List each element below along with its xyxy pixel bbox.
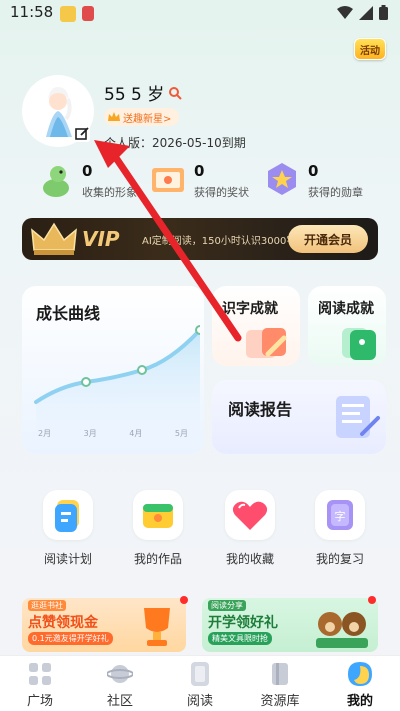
my-works-icon bbox=[133, 490, 183, 540]
book-icon bbox=[187, 662, 213, 686]
growth-curve-chart bbox=[34, 325, 200, 432]
stat-medals[interactable]: 0 获得的勋章 bbox=[262, 160, 382, 200]
tab-label: 社区 bbox=[106, 694, 133, 709]
reading-report-title: 阅读报告 bbox=[228, 400, 293, 419]
library-icon bbox=[267, 662, 293, 686]
x-tick-label: 3月 bbox=[83, 429, 97, 438]
banner-tag: 阅读分享 bbox=[208, 600, 246, 611]
tab-mine[interactable]: 我的 bbox=[320, 656, 400, 711]
vip-description: AI定制阅读，150小时认识3000字 bbox=[142, 236, 297, 247]
tab-square[interactable]: 广场 bbox=[0, 656, 80, 711]
banner-subtitle: 精美文具限时抢 bbox=[208, 632, 272, 645]
literacy-achievement-card[interactable]: 识字成就 bbox=[212, 286, 300, 366]
vip-logo: VIP bbox=[82, 227, 120, 251]
banner-title: 点赞领现金 bbox=[28, 615, 98, 631]
x-tick-label: 5月 bbox=[174, 429, 188, 438]
status-time: 11:58 bbox=[10, 3, 54, 21]
signal-icon bbox=[359, 5, 373, 20]
stat-certificates[interactable]: 0 获得的奖状 bbox=[148, 160, 268, 200]
my-review-link[interactable]: 字 我的复习 bbox=[303, 490, 377, 570]
profile-face-icon bbox=[347, 662, 373, 686]
promo-banner-cash[interactable]: 逛逛书社 点赞领现金 0.1元邀友得开学好礼 bbox=[22, 598, 186, 652]
x-tick-label: 4月 bbox=[129, 429, 143, 438]
reading-plan-label: 阅读计划 bbox=[43, 552, 92, 566]
green-book-icon bbox=[342, 328, 376, 360]
username-text: 55 5 岁 bbox=[104, 85, 165, 105]
stat-avatars[interactable]: 0 收集的形象 bbox=[36, 160, 156, 200]
my-favorites-link[interactable]: 我的收藏 bbox=[213, 490, 287, 570]
bottom-tab-bar: 广场 社区 阅读 资源库 我的 bbox=[0, 655, 400, 711]
reading-plan-link[interactable]: 阅读计划 bbox=[31, 490, 105, 570]
literacy-achievement-title: 识字成就 bbox=[222, 301, 278, 317]
wifi-icon bbox=[337, 5, 353, 19]
tab-label: 阅读 bbox=[186, 694, 213, 709]
banner-notification-dot bbox=[368, 596, 376, 604]
tab-label: 资源库 bbox=[260, 694, 300, 709]
tab-resources[interactable]: 资源库 bbox=[240, 656, 320, 711]
reading-achievement-card[interactable]: 阅读成就 bbox=[308, 286, 386, 366]
crown-icon bbox=[108, 112, 120, 121]
notification-app-icon bbox=[60, 6, 76, 22]
grid-icon bbox=[27, 662, 53, 686]
pencil-book-icon bbox=[246, 328, 287, 358]
tab-reading[interactable]: 阅读 bbox=[160, 656, 240, 711]
my-works-label: 我的作品 bbox=[133, 552, 182, 566]
tab-label: 广场 bbox=[26, 694, 53, 709]
growth-curve-card[interactable]: 成长曲线 2月 3月 4月 5月 bbox=[22, 286, 204, 454]
notification-app-icon-2 bbox=[82, 6, 94, 21]
my-favorites-label: 我的收藏 bbox=[225, 552, 274, 566]
heart-icon bbox=[225, 490, 275, 540]
my-review-label: 我的复习 bbox=[315, 552, 364, 566]
status-icons bbox=[337, 5, 388, 20]
my-works-link[interactable]: 我的作品 bbox=[121, 490, 195, 570]
review-character-icon: 字 bbox=[315, 490, 365, 540]
bear-characters-icon bbox=[316, 612, 368, 648]
dinosaur-icon bbox=[36, 160, 76, 200]
tab-label: 我的 bbox=[346, 694, 373, 709]
banner-title: 开学领好礼 bbox=[208, 615, 278, 631]
banner-tag: 逛逛书社 bbox=[28, 600, 66, 611]
certificate-icon bbox=[148, 160, 188, 200]
stat-value: 0 bbox=[194, 162, 205, 180]
banner-notification-dot bbox=[180, 596, 188, 604]
promo-banner-school[interactable]: 阅读分享 开学领好礼 精美文具限时抢 bbox=[202, 598, 378, 652]
trophy-icon bbox=[144, 608, 170, 646]
reading-achievement-title: 阅读成就 bbox=[318, 301, 374, 317]
battery-icon bbox=[379, 5, 388, 20]
tab-community[interactable]: 社区 bbox=[80, 656, 160, 711]
username: 55 5 岁 bbox=[104, 80, 182, 105]
planet-icon bbox=[106, 662, 134, 686]
level-badge-text: 送趣新星> bbox=[123, 113, 172, 125]
stat-value: 0 bbox=[308, 162, 319, 180]
reading-report-card[interactable]: 阅读报告 bbox=[212, 380, 386, 454]
search-icon[interactable] bbox=[168, 86, 182, 100]
banner-subtitle: 0.1元邀友得开学好礼 bbox=[28, 632, 113, 645]
stat-label: 获得的奖状 bbox=[194, 186, 249, 199]
svg-text:字: 字 bbox=[335, 509, 346, 523]
x-tick-label: 2月 bbox=[38, 429, 52, 438]
reading-plan-icon bbox=[43, 490, 93, 540]
edit-avatar-icon[interactable] bbox=[74, 126, 90, 142]
gold-crown-icon bbox=[31, 222, 77, 255]
event-button[interactable]: 活动 bbox=[354, 38, 386, 60]
stat-value: 0 bbox=[82, 162, 93, 180]
stat-label: 收集的形象 bbox=[82, 186, 137, 199]
membership-expiry: 个人版：2026-05-10到期 bbox=[104, 136, 246, 150]
growth-curve-title: 成长曲线 bbox=[36, 304, 101, 323]
medal-icon bbox=[262, 160, 302, 200]
level-badge[interactable]: 送趣新星> bbox=[104, 108, 180, 126]
vip-banner[interactable]: VIP AI定制阅读，150小时认识3000字 开通会员 bbox=[22, 218, 378, 260]
stat-label: 获得的勋章 bbox=[308, 186, 363, 199]
report-clipboard-icon bbox=[336, 396, 380, 438]
open-membership-button[interactable]: 开通会员 bbox=[288, 225, 368, 253]
